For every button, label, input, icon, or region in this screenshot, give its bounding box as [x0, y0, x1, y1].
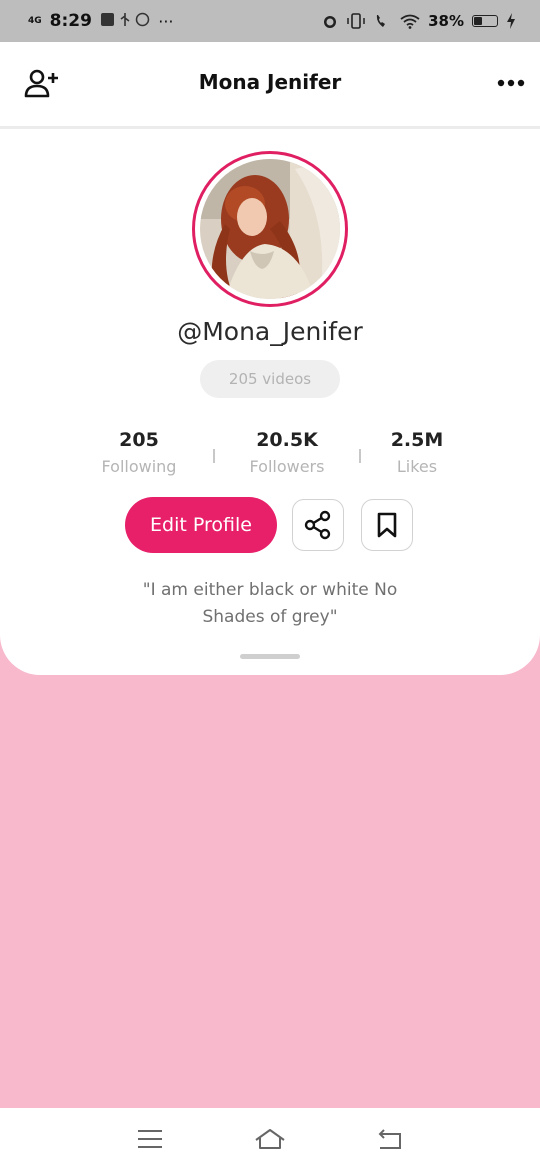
charging-icon [507, 13, 515, 29]
share-icon [304, 510, 331, 540]
username: @Mona_Jenifer [177, 317, 363, 346]
battery-icon [472, 15, 498, 27]
status-left: 4G 8:29 ··· [28, 11, 174, 31]
status-time: 8:29 [49, 11, 92, 31]
profile-header: Mona Jenifer [0, 42, 540, 129]
stat-label: Following [101, 457, 177, 476]
page-title: Mona Jenifer [198, 70, 342, 94]
vibrate-icon [347, 13, 365, 29]
status-bar: 4G 8:29 ··· 38% [0, 0, 540, 42]
battery-percent: 38% [428, 12, 464, 30]
network-indicator: 4G [28, 15, 42, 26]
back-icon[interactable] [374, 1126, 406, 1152]
profile-bio: "I am either black or white No Shades of… [142, 580, 398, 627]
status-right: 38% [322, 12, 516, 30]
system-nav-bar [0, 1108, 540, 1170]
stat-value: 2.5M [390, 429, 444, 451]
call-wifi-icon [376, 15, 386, 27]
edit-profile-button[interactable]: Edit Profile [125, 497, 277, 553]
more-options-icon[interactable] [496, 70, 526, 96]
videos-count-badge[interactable]: 205 videos [200, 360, 340, 398]
usb-icon [120, 12, 130, 26]
more-notifications-icon: ··· [158, 11, 174, 31]
bookmark-button[interactable] [361, 499, 413, 551]
whatsapp-icon [135, 12, 150, 26]
stat-label: Likes [396, 457, 438, 476]
bookmark-icon [377, 512, 397, 538]
app-notification-icon [100, 12, 114, 26]
avatar-ring[interactable] [192, 151, 348, 307]
share-button[interactable] [292, 499, 344, 551]
wifi-icon [400, 14, 420, 29]
alarm-icon [324, 16, 337, 28]
stat-value: 205 [119, 429, 159, 451]
home-icon[interactable] [254, 1126, 286, 1152]
drag-handle[interactable] [240, 654, 300, 659]
stat-following[interactable]: 205 Following [59, 429, 219, 476]
profile-card: @Mona_Jenifer 205 videos 205 Following 2… [0, 129, 540, 675]
avatar[interactable] [200, 159, 340, 299]
notification-icons [100, 12, 150, 31]
menu-icon[interactable] [134, 1126, 166, 1152]
stat-likes[interactable]: 2.5M Likes [337, 429, 497, 476]
avatar-image [200, 159, 340, 299]
